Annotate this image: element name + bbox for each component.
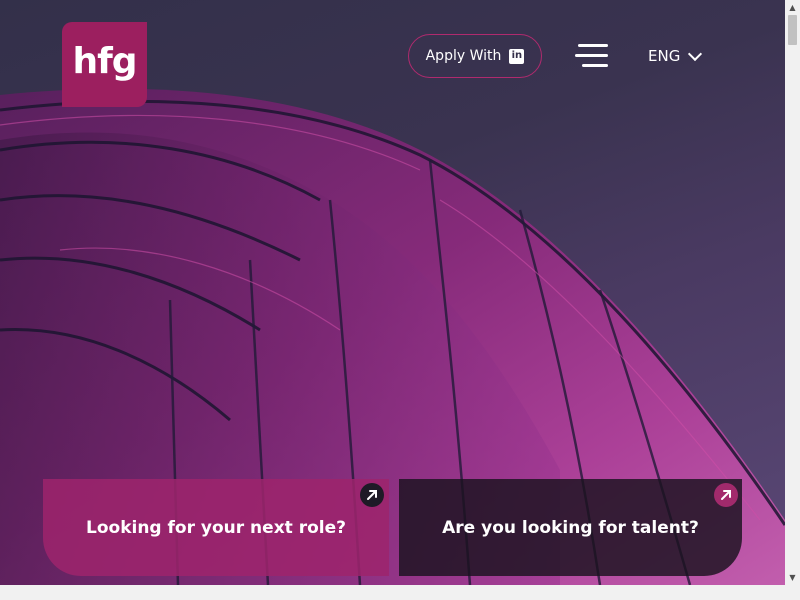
vertical-scrollbar[interactable]: ▲ ▼ xyxy=(785,0,800,600)
logo-text: hfg xyxy=(72,41,137,82)
looking-for-talent-card[interactable]: Are you looking for talent? xyxy=(399,479,742,576)
arrow-up-right-icon xyxy=(714,483,738,507)
language-label: ENG xyxy=(648,47,681,65)
next-role-card[interactable]: Looking for your next role? xyxy=(43,479,389,576)
apply-label: Apply With xyxy=(425,48,502,64)
scroll-up-arrow-icon[interactable]: ▲ xyxy=(785,0,800,15)
page: hfg Apply With in ENG Looking for your n… xyxy=(0,0,800,600)
hamburger-menu-icon[interactable] xyxy=(575,44,608,68)
next-role-label: Looking for your next role? xyxy=(86,517,346,538)
scrollbar-thumb[interactable] xyxy=(788,15,797,45)
linkedin-icon: in xyxy=(509,48,525,64)
scroll-down-arrow-icon[interactable]: ▼ xyxy=(785,570,800,585)
arrow-up-right-icon xyxy=(360,483,384,507)
chevron-down-icon xyxy=(688,46,703,61)
apply-with-linkedin-button[interactable]: Apply With in xyxy=(408,34,542,78)
hfg-logo[interactable]: hfg xyxy=(62,22,147,107)
horizontal-scrollbar[interactable] xyxy=(0,585,785,600)
language-selector[interactable]: ENG xyxy=(648,44,703,68)
looking-for-talent-label: Are you looking for talent? xyxy=(442,517,699,538)
